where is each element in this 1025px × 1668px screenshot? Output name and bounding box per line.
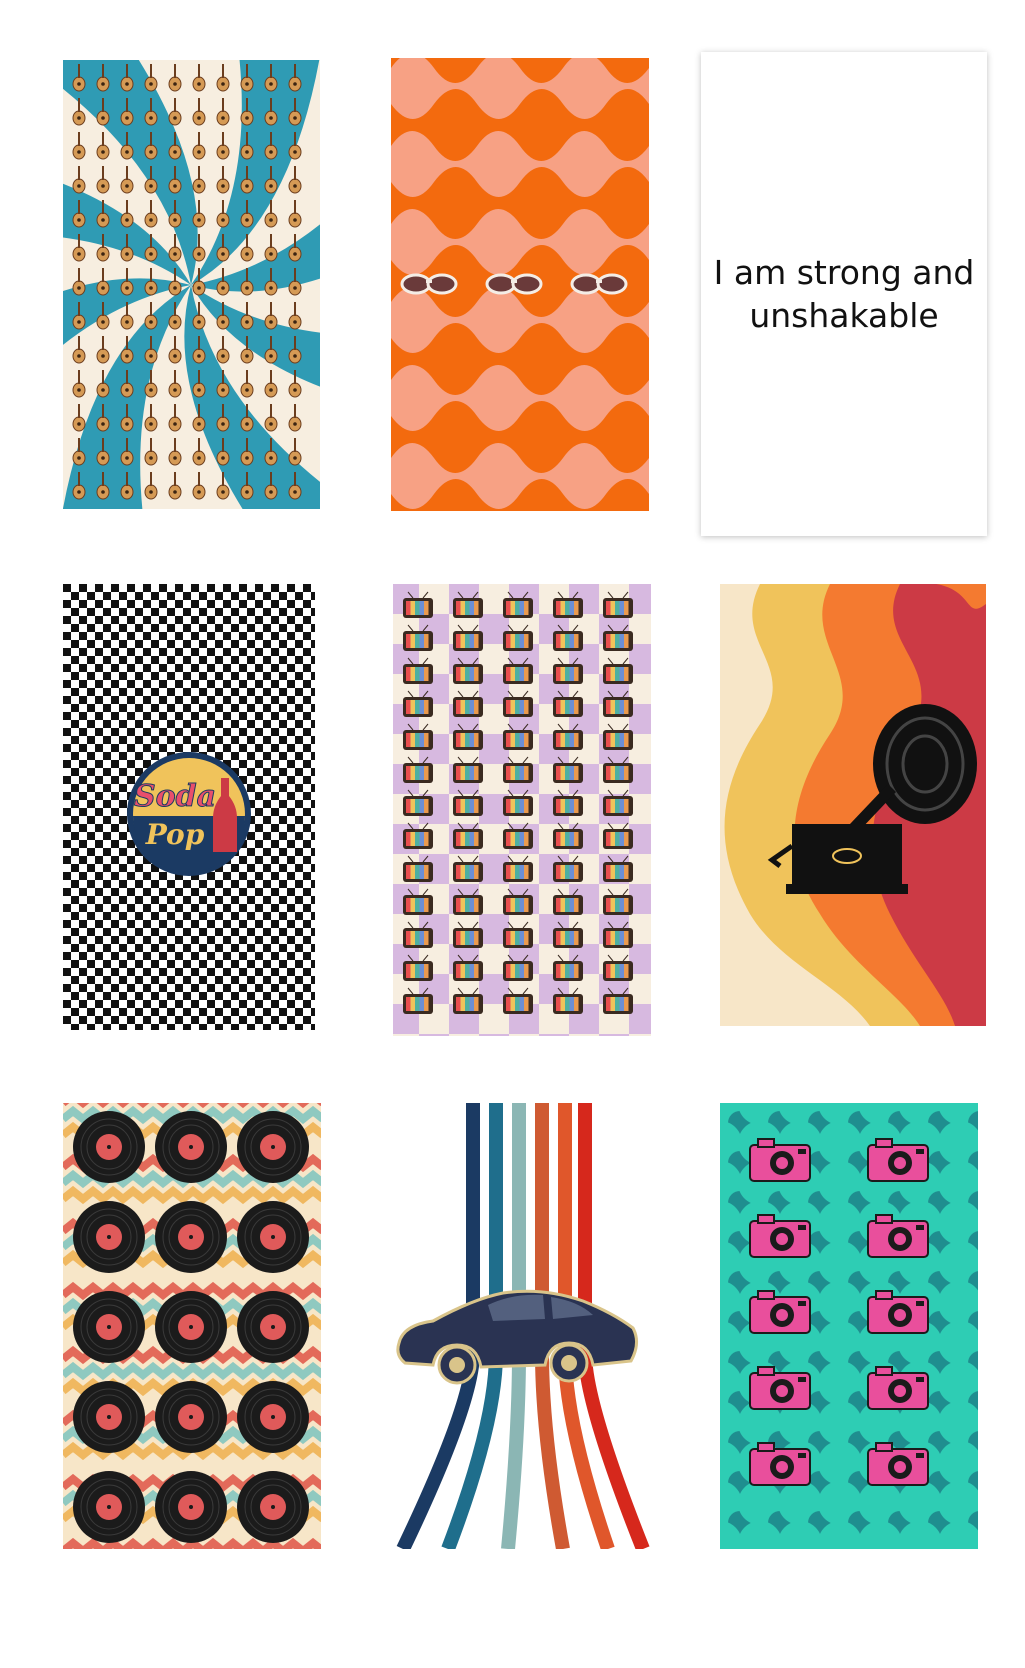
vinyl-record-icon bbox=[237, 1291, 309, 1363]
vinyl-record-icon bbox=[237, 1471, 309, 1543]
vinyl-record-icon bbox=[155, 1201, 227, 1273]
affirmation-wallpaper[interactable]: I am strong and unshakable bbox=[701, 52, 987, 536]
vintage-car-stripes-wallpaper[interactable] bbox=[393, 1103, 651, 1549]
affirmation-line-1: I am strong and bbox=[713, 253, 975, 292]
vinyl-record-icon bbox=[155, 1471, 227, 1543]
camera-icon bbox=[749, 1290, 811, 1334]
sunglasses-wave-art bbox=[391, 58, 649, 511]
camera-icon bbox=[749, 1214, 811, 1258]
vinyl-record-icon bbox=[155, 1381, 227, 1453]
vinyl-record-icon bbox=[155, 1291, 227, 1363]
vinyl-records-art bbox=[63, 1103, 321, 1549]
camera-icon bbox=[867, 1138, 929, 1182]
camera-pattern-art bbox=[720, 1103, 978, 1549]
sunglasses-wave-wallpaper[interactable] bbox=[391, 58, 649, 511]
retro-tv-art bbox=[393, 584, 651, 1036]
camera-icon bbox=[867, 1214, 929, 1258]
camera-icon bbox=[867, 1290, 929, 1334]
camera-icon bbox=[749, 1442, 811, 1486]
camera-icon bbox=[749, 1366, 811, 1410]
vinyl-record-icon bbox=[237, 1111, 309, 1183]
camera-pattern-wallpaper[interactable] bbox=[720, 1103, 978, 1549]
vinyl-record-icon bbox=[237, 1381, 309, 1453]
vinyl-record-icon bbox=[73, 1291, 145, 1363]
camera-icon bbox=[867, 1366, 929, 1410]
guitar-swirl-art bbox=[63, 60, 320, 509]
vinyl-record-icon bbox=[73, 1201, 145, 1273]
vinyl-records-wallpaper[interactable] bbox=[63, 1103, 321, 1549]
gramophone-art bbox=[720, 584, 986, 1026]
vinyl-record-icon bbox=[237, 1201, 309, 1273]
guitar-swirl-wallpaper[interactable] bbox=[63, 60, 320, 509]
soda-pop-badge: Soda Pop bbox=[127, 752, 251, 876]
camera-icon bbox=[749, 1138, 811, 1182]
badge-word-soda: Soda bbox=[134, 779, 216, 814]
checkered-art: Soda Pop bbox=[63, 584, 315, 1030]
badge-word-pop: Pop bbox=[145, 818, 205, 851]
vintage-car-art bbox=[393, 1103, 651, 1549]
vinyl-record-icon bbox=[155, 1111, 227, 1183]
vinyl-record-icon bbox=[73, 1111, 145, 1183]
vinyl-record-icon bbox=[73, 1471, 145, 1543]
affirmation-text: I am strong and unshakable bbox=[702, 251, 987, 337]
soda-pop-checkered-wallpaper[interactable]: Soda Pop bbox=[63, 584, 315, 1030]
retro-tv-wallpaper[interactable] bbox=[393, 584, 651, 1036]
camera-icon bbox=[867, 1442, 929, 1486]
gramophone-wallpaper[interactable] bbox=[720, 584, 986, 1026]
vinyl-record-icon bbox=[73, 1381, 145, 1453]
affirmation-line-2: unshakable bbox=[749, 296, 939, 335]
